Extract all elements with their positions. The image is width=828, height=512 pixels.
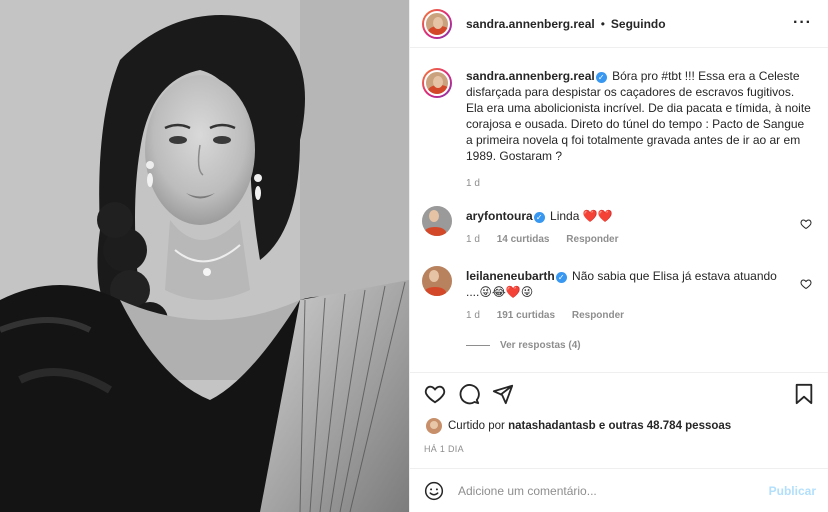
emoji-smiley-icon[interactable]: [424, 481, 444, 501]
caption-meta: 1 d: [466, 178, 812, 189]
likes-summary: Curtido por natashadantasb e outras 48.7…: [426, 418, 731, 434]
commenter-avatar[interactable]: [422, 266, 452, 296]
caption: sandra.annenberg.real ✓ Bóra pro #tbt !!!…: [422, 68, 812, 189]
caption-time[interactable]: 1 d: [466, 178, 480, 189]
likes-count[interactable]: e outras 48.784 pessoas: [599, 420, 731, 432]
comment-text: Linda ❤️❤️: [550, 209, 613, 223]
liker-avatar[interactable]: [426, 418, 442, 434]
comment-username[interactable]: leilaneneubarth: [466, 269, 555, 283]
like-heart-icon[interactable]: [424, 383, 446, 405]
caption-avatar[interactable]: [422, 68, 452, 98]
post-photo[interactable]: [0, 0, 409, 512]
likes-prefix: Curtido por: [448, 420, 505, 432]
action-bar: [410, 372, 828, 416]
author-avatar[interactable]: [422, 8, 452, 39]
view-replies-button[interactable]: Ver respostas (4): [466, 340, 581, 351]
reply-button[interactable]: Responder: [566, 234, 618, 245]
comment-likes[interactable]: 14 curtidas: [497, 234, 550, 245]
comment-time[interactable]: 1 d: [466, 310, 480, 321]
verified-badge-icon: ✓: [595, 72, 607, 83]
verified-badge-icon: ✓: [555, 272, 567, 283]
verified-badge-icon: ✓: [533, 212, 545, 223]
comment-likes[interactable]: 191 curtidas: [497, 310, 555, 321]
comment-username[interactable]: aryfontoura: [466, 209, 533, 223]
comment-bubble-icon[interactable]: [458, 383, 480, 405]
bookmark-save-icon[interactable]: [794, 383, 814, 405]
follow-status-button[interactable]: Seguindo: [611, 17, 666, 31]
replies-divider-line: [466, 345, 490, 346]
comment-input[interactable]: [458, 483, 748, 498]
author-username[interactable]: sandra.annenberg.real: [466, 17, 595, 31]
caption-username[interactable]: sandra.annenberg.real: [466, 69, 595, 83]
comment-time[interactable]: 1 d: [466, 234, 480, 245]
liker-username[interactable]: natashadantasb: [508, 420, 596, 432]
share-paper-plane-icon[interactable]: [492, 383, 514, 405]
post-photo-illustration: [0, 0, 409, 512]
caption-body: sandra.annenberg.real ✓ Bóra pro #tbt !!!…: [466, 68, 812, 164]
post-date[interactable]: HÁ 1 DIA: [424, 444, 464, 454]
comment-body: aryfontoura ✓ Linda ❤️❤️: [466, 206, 812, 224]
publish-button[interactable]: Publicar: [769, 484, 816, 498]
comment-body: leilaneneubarth ✓ Não sabia que Elisa já …: [466, 266, 812, 300]
caption-text: Bóra pro #tbt !!! Essa era a Celeste dis…: [466, 69, 811, 163]
post-header: sandra.annenberg.real • Seguindo ···: [410, 0, 828, 48]
reply-button[interactable]: Responder: [572, 310, 624, 321]
like-comment-heart-icon[interactable]: [800, 218, 812, 230]
view-replies-label: Ver respostas (4): [500, 340, 581, 351]
commenter-avatar[interactable]: [422, 206, 452, 236]
comment-item: leilaneneubarth ✓ Não sabia que Elisa já …: [422, 266, 812, 321]
comment-meta: 1 d 14 curtidas Responder: [466, 234, 812, 245]
like-comment-heart-icon[interactable]: [800, 278, 812, 290]
post-side-panel: sandra.annenberg.real • Seguindo ··· san…: [409, 0, 828, 512]
more-horizontal-icon[interactable]: ···: [793, 15, 812, 31]
separator-dot: •: [600, 16, 605, 31]
comments-section: sandra.annenberg.real ✓ Bóra pro #tbt !!!…: [410, 56, 828, 372]
comment-meta: 1 d 191 curtidas Responder: [466, 310, 812, 321]
comment-composer: Publicar: [410, 468, 828, 512]
comment-item: aryfontoura ✓ Linda ❤️❤️ 1 d 14 curtidas …: [422, 206, 812, 245]
